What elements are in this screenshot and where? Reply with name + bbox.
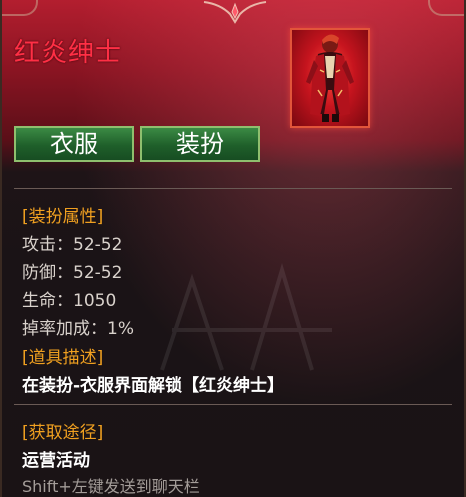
- description-heading: [道具描述]: [22, 348, 104, 368]
- top-ornament-icon: [203, 1, 267, 24]
- background-watermark: [160, 263, 332, 371]
- stat-health: 生命：1050: [22, 291, 117, 311]
- tab-clothes[interactable]: 衣服: [14, 126, 134, 162]
- item-portrait: [290, 28, 370, 128]
- item-tooltip-panel: 红炎绅士 衣服 装扮 [装扮属性] 攻击：52-52 防御：52-52 生命：1…: [0, 0, 466, 497]
- red-gentleman-figure-icon: [306, 34, 354, 122]
- tab-outfit[interactable]: 装扮: [140, 126, 260, 162]
- shift-click-hint: Shift+左键发送到聊天栏: [22, 477, 200, 496]
- corner-ornament: [2, 0, 38, 16]
- stat-drop-bonus: 掉率加成：1%: [22, 319, 134, 339]
- divider: [14, 404, 452, 405]
- stat-defense: 防御：52-52: [22, 263, 123, 283]
- corner-ornament: [428, 0, 464, 16]
- divider: [14, 188, 452, 189]
- item-name: 红炎绅士: [14, 38, 123, 68]
- acquire-heading: [获取途径]: [22, 423, 104, 443]
- attributes-heading: [装扮属性]: [22, 207, 104, 227]
- acquire-source: 运营活动: [22, 451, 90, 471]
- item-description: 在装扮-衣服界面解锁【红炎绅士】: [22, 376, 285, 396]
- stat-attack: 攻击：52-52: [22, 235, 123, 255]
